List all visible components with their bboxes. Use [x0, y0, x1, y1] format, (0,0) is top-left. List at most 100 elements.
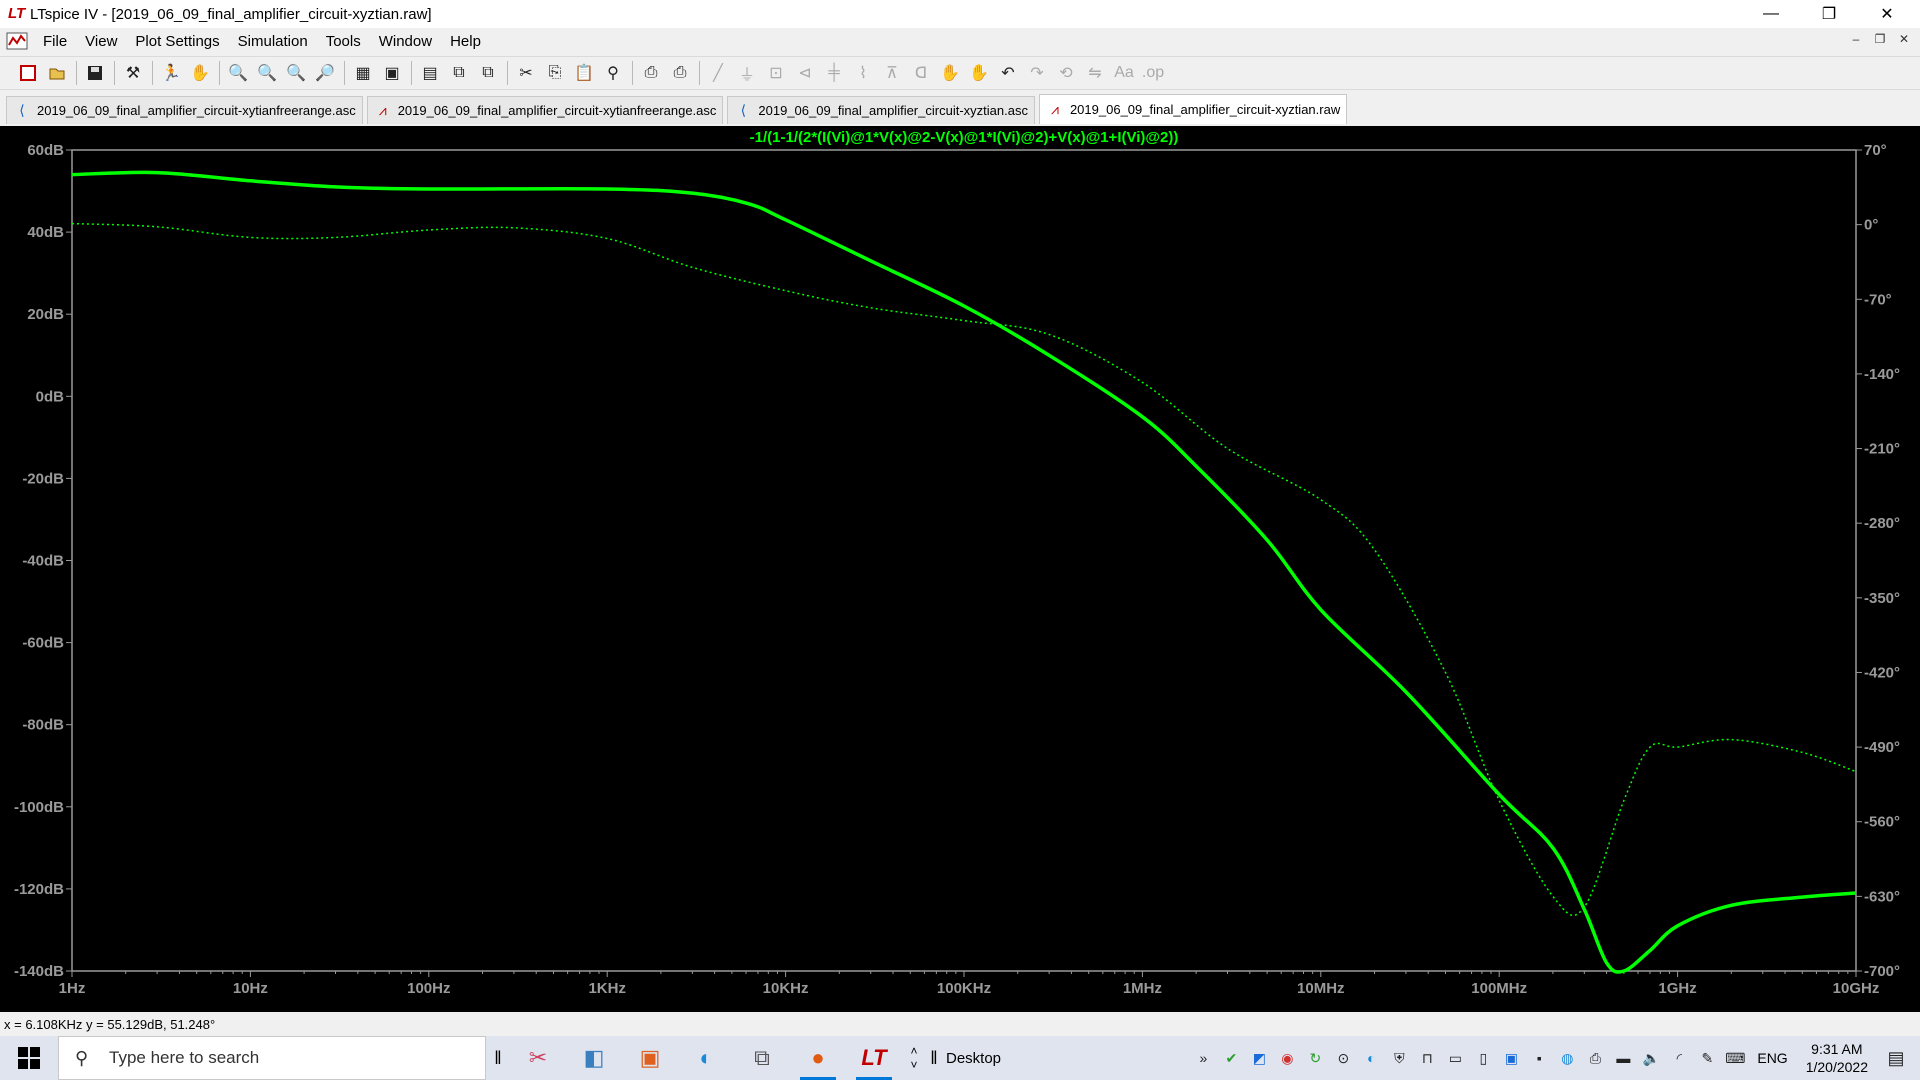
mdi-close-button[interactable]: ✕ [1894, 32, 1914, 46]
snipping-tool-icon[interactable]: ✂ [510, 1036, 566, 1080]
print-icon[interactable]: ⎙ [668, 61, 692, 85]
ltspice-logo-icon: LT [8, 5, 26, 22]
close-button[interactable]: ✕ [1858, 0, 1916, 28]
label-net-icon[interactable]: ⊡ [764, 61, 788, 85]
paste-icon[interactable]: 📋 [572, 61, 596, 85]
open-folder-icon[interactable] [45, 61, 69, 85]
undo-icon[interactable]: ↶ [996, 61, 1020, 85]
volume-icon[interactable]: 🔈 [1639, 1046, 1663, 1070]
wifi-icon[interactable]: ◜ [1667, 1046, 1691, 1070]
redo-icon[interactable]: ↷ [1025, 61, 1049, 85]
trace-label: -1/(1-1/(2*(I(Vi)@1*V(x)@2-V(x)@1*I(Vi)@… [750, 129, 1179, 146]
bode-plot[interactable]: -1/(1-1/(2*(I(Vi)@1*V(x)@2-V(x)@1*I(Vi)@… [0, 126, 1920, 1012]
waveform-plot-pane[interactable]: -1/(1-1/(2*(I(Vi)@1*V(x)@2-V(x)@1*I(Vi)@… [0, 126, 1920, 1012]
find-binoculars-icon[interactable]: ⚲ [601, 61, 625, 85]
globe-icon[interactable]: ◍ [1555, 1046, 1579, 1070]
tray-overflow-icon[interactable]: » [1191, 1046, 1215, 1070]
y-right-tick-label: 70° [1864, 142, 1887, 159]
keyboard-icon[interactable]: ⌨ [1723, 1046, 1747, 1070]
zoom-area-icon[interactable]: 🔍 [255, 61, 279, 85]
ground-icon[interactable]: ⏚ [735, 61, 759, 85]
tab-schematic-freerange[interactable]: ⟨ 2019_06_09_final_amplifier_circuit-xyt… [6, 96, 363, 124]
taskbar-search-box[interactable]: ⚲ Type here to search [58, 1036, 486, 1080]
language-indicator[interactable]: ENG [1757, 1050, 1787, 1066]
control-panel-hammer-icon[interactable]: ⚒ [121, 61, 145, 85]
toolbar-separator [411, 61, 412, 85]
minimize-button[interactable]: — [1742, 0, 1800, 28]
save-icon[interactable] [83, 61, 107, 85]
y-left-tick-label: 40dB [27, 224, 64, 241]
restore-button[interactable]: ❐ [1800, 0, 1858, 28]
menu-simulation[interactable]: Simulation [229, 33, 317, 50]
move-hand-icon[interactable]: ✋ [938, 61, 962, 85]
autorange-icon[interactable]: ▦ [351, 61, 375, 85]
tile-vertical-icon[interactable]: ⧉ [476, 61, 500, 85]
tile-horizontal-icon[interactable]: ▤ [418, 61, 442, 85]
task-view-icon[interactable]: ‖ [486, 1036, 510, 1080]
mirror-icon[interactable]: ⇋ [1083, 61, 1107, 85]
new-schematic-icon[interactable] [16, 61, 40, 85]
tab-label: 2019_06_09_final_amplifier_circuit-xytia… [397, 103, 717, 118]
tab-schematic-xyztian[interactable]: ⟨ 2019_06_09_final_amplifier_circuit-xyz… [727, 96, 1035, 124]
cut-icon[interactable]: ✂ [514, 61, 538, 85]
text-icon[interactable]: Aa [1112, 61, 1136, 85]
cascade-icon[interactable]: ⧉ [447, 61, 471, 85]
camera-icon[interactable]: ⊙ [1331, 1046, 1355, 1070]
mdi-minimize-button[interactable]: – [1846, 32, 1866, 46]
menu-plot-settings[interactable]: Plot Settings [126, 33, 228, 50]
sync-icon[interactable]: ↻ [1303, 1046, 1327, 1070]
office-app-icon[interactable]: ▣ [622, 1036, 678, 1080]
printer-icon[interactable]: ⎙ [1583, 1046, 1607, 1070]
y-left-tick-label: -120dB [14, 881, 64, 898]
chrome-icon[interactable]: ◉ [1275, 1046, 1299, 1070]
battery-icon[interactable]: ▬ [1611, 1046, 1635, 1070]
menu-help[interactable]: Help [441, 33, 490, 50]
capacitor-icon[interactable]: ╪ [822, 61, 846, 85]
draw-wire-icon[interactable]: ╱ [706, 61, 730, 85]
zoom-out-icon[interactable]: 🔍 [284, 61, 308, 85]
usb-icon[interactable]: ⊓ [1415, 1046, 1439, 1070]
grid-icon[interactable]: ▣ [380, 61, 404, 85]
pen-icon[interactable]: ✎ [1695, 1046, 1719, 1070]
menu-view[interactable]: View [76, 33, 126, 50]
security-check-icon[interactable]: ✔ [1219, 1046, 1243, 1070]
drag-hand-icon[interactable]: ✋ [967, 61, 991, 85]
taskbar-scroll-icon[interactable]: ˄ ˅ [902, 1036, 926, 1080]
copy-icon[interactable]: ⎘ [543, 61, 567, 85]
app-d-icon[interactable]: ◩ [1247, 1046, 1271, 1070]
firefox-icon[interactable]: ● [790, 1036, 846, 1080]
diode-icon[interactable]: ⊲ [793, 61, 817, 85]
menu-file[interactable]: File [34, 33, 76, 50]
halt-hand-icon[interactable]: ✋ [188, 61, 212, 85]
print-preview-icon[interactable]: ⎙ [639, 61, 663, 85]
drive-icon[interactable]: ▪ [1527, 1046, 1551, 1070]
start-button[interactable] [0, 1036, 58, 1080]
component-icon[interactable]: ᗡ [909, 61, 933, 85]
waveform-window-icon[interactable] [6, 32, 28, 50]
file-explorer-icon[interactable]: ⧉ [734, 1036, 790, 1080]
notifications-icon[interactable]: ▤ [1884, 1046, 1908, 1070]
edge-tray-icon[interactable]: ◐ [1359, 1046, 1383, 1070]
menu-tools[interactable]: Tools [317, 33, 370, 50]
monitor-icon[interactable]: ▭ [1443, 1046, 1467, 1070]
document-icon[interactable]: ▯ [1471, 1046, 1495, 1070]
x-tick-label: 100Hz [407, 980, 450, 997]
taskbar-clock[interactable]: 9:31 AM 1/20/2022 [1806, 1040, 1868, 1076]
rotate-icon[interactable]: ⟲ [1054, 61, 1078, 85]
zoom-in-icon[interactable]: 🔍 [226, 61, 250, 85]
spice-directive-icon[interactable]: .op [1141, 61, 1165, 85]
inductor-icon[interactable]: ⌇ [851, 61, 875, 85]
tab-waveform-freerange[interactable]: ⩘ 2019_06_09_final_amplifier_circuit-xyt… [366, 96, 724, 124]
desktop-toolbar-label[interactable]: Desktop [946, 1050, 1001, 1067]
resistor-icon[interactable]: ⊼ [880, 61, 904, 85]
menu-window[interactable]: Window [370, 33, 441, 50]
ltspice-taskbar-icon[interactable]: LT [846, 1036, 902, 1080]
file-app-icon[interactable]: ◧ [566, 1036, 622, 1080]
shield-icon[interactable]: ⛨ [1387, 1046, 1411, 1070]
zoom-fit-icon[interactable]: 🔎 [313, 61, 337, 85]
run-icon[interactable]: 🏃 [159, 61, 183, 85]
tab-waveform-xyztian[interactable]: ⩘ 2019_06_09_final_amplifier_circuit-xyz… [1038, 94, 1348, 124]
settings-icon[interactable]: ▣ [1499, 1046, 1523, 1070]
edge-browser-icon[interactable]: ◐ [678, 1036, 734, 1080]
mdi-restore-button[interactable]: ❐ [1870, 32, 1890, 46]
